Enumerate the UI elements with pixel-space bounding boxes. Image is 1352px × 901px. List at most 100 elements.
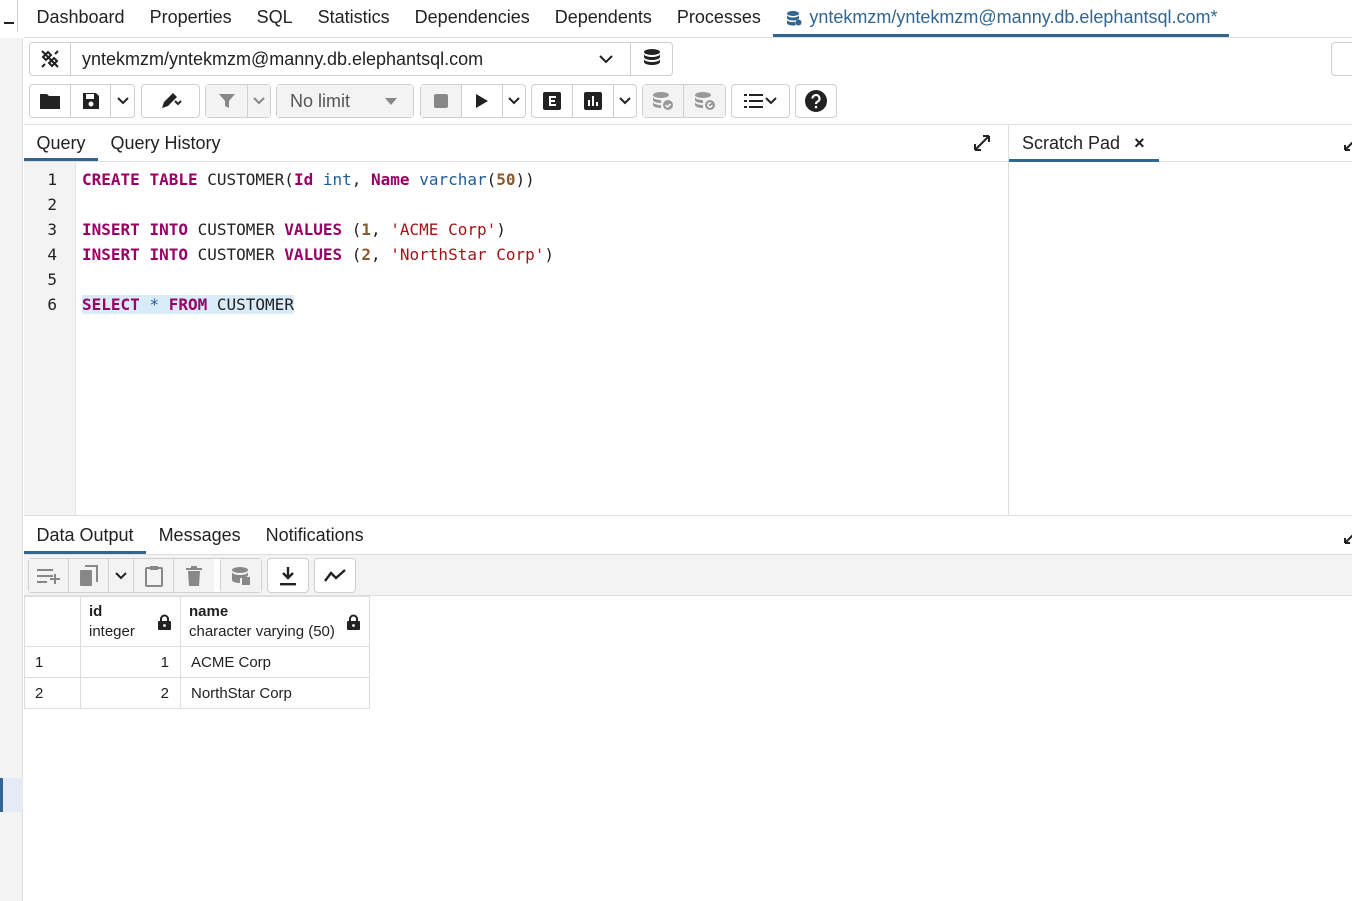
row-limit-select[interactable]: No limit	[276, 84, 414, 118]
help-button[interactable]	[796, 85, 836, 117]
chevron-down-icon	[116, 97, 129, 105]
minimize-button[interactable]	[0, 0, 18, 32]
save-data-button[interactable]	[221, 559, 261, 592]
macros-button[interactable]	[732, 85, 789, 117]
line-number: 4	[47, 245, 57, 264]
edit-toolbar-group	[141, 84, 200, 118]
trash-icon	[186, 565, 202, 586]
download-button[interactable]	[268, 559, 308, 592]
refresh-button[interactable]	[1331, 42, 1352, 76]
tab-notifications[interactable]: Notifications	[253, 516, 376, 554]
copy-icon	[79, 564, 98, 586]
commit-button[interactable]	[643, 85, 684, 117]
line-chart-icon	[324, 568, 346, 582]
code-line-1: CREATE TABLE CUSTOMER(Id int, Name varch…	[82, 170, 535, 189]
help-toolbar-group	[795, 84, 837, 118]
scratch-pad-editor[interactable]	[1008, 162, 1352, 515]
row-edit-group	[28, 558, 239, 593]
disconnected-plug-icon[interactable]	[30, 43, 71, 75]
tab-query-tool[interactable]: yntekmzm/yntekmzm@manny.db.elephantsql.c…	[773, 0, 1230, 37]
column-header-id[interactable]: id integer	[80, 596, 181, 647]
column-header-name[interactable]: name character varying (50)	[180, 596, 370, 647]
download-icon	[280, 566, 296, 585]
line-number: 6	[47, 295, 57, 314]
tab-statistics[interactable]: Statistics	[305, 0, 402, 37]
cell-id[interactable]: 2	[80, 677, 181, 709]
delete-button[interactable]	[174, 559, 214, 592]
tab-query-history[interactable]: Query History	[98, 125, 233, 161]
cell-name[interactable]: NorthStar Corp	[180, 677, 370, 709]
row-number[interactable]: 1	[24, 646, 81, 678]
scratch-pad-tabs: Scratch Pad ×	[1008, 124, 1352, 162]
explain-analyze-button[interactable]	[573, 85, 614, 117]
scratch-pad-label: Scratch Pad	[1022, 133, 1121, 153]
save-data-icon	[232, 566, 250, 585]
tab-dependents[interactable]: Dependents	[542, 0, 664, 37]
download-group	[267, 558, 309, 593]
execute-options-dropdown[interactable]	[503, 85, 525, 117]
database-stack-icon[interactable]	[631, 43, 672, 75]
cell-id[interactable]: 1	[80, 646, 181, 678]
line-number: 1	[47, 170, 57, 189]
add-row-icon	[36, 568, 60, 584]
tab-dependencies[interactable]: Dependencies	[402, 0, 542, 37]
result-grid[interactable]: id integer name character varying (50) 1…	[24, 596, 370, 709]
cell-name[interactable]: ACME Corp	[180, 646, 370, 678]
table-row[interactable]: 1 1 ACME Corp	[24, 646, 370, 678]
edit-button[interactable]	[142, 85, 199, 117]
graph-visualiser-button[interactable]	[315, 559, 355, 592]
connection-selector[interactable]: yntekmzm/yntekmzm@manny.db.elephantsql.c…	[29, 42, 673, 76]
tab-properties[interactable]: Properties	[137, 0, 244, 37]
paste-button[interactable]	[134, 559, 174, 592]
tab-query-tool-label: yntekmzm/yntekmzm@manny.db.elephantsql.c…	[809, 7, 1218, 27]
left-gutter-strip	[0, 38, 23, 901]
tab-scratch-pad[interactable]: Scratch Pad ×	[1009, 125, 1159, 162]
explain-button[interactable]	[532, 85, 573, 117]
tab-dashboard[interactable]: Dashboard	[24, 0, 137, 37]
output-panel-tabs: Data Output Messages Notifications	[24, 515, 1352, 555]
expand-icon[interactable]	[973, 134, 991, 152]
stop-button[interactable]	[421, 85, 462, 117]
line-number: 5	[47, 270, 57, 289]
tab-query[interactable]: Query	[24, 125, 99, 161]
copy-button[interactable]	[69, 559, 109, 592]
transaction-toolbar-group	[642, 84, 726, 118]
row-limit-value: No limit	[290, 90, 351, 111]
filter-button[interactable]	[206, 85, 248, 117]
collapse-icon[interactable]	[1344, 137, 1352, 151]
help-icon	[805, 90, 827, 112]
save-data-group	[220, 558, 262, 593]
rollback-button[interactable]	[684, 85, 725, 117]
save-button[interactable]	[71, 85, 111, 117]
lock-icon	[158, 614, 171, 630]
save-options-dropdown[interactable]	[111, 85, 134, 117]
tab-data-output[interactable]: Data Output	[24, 516, 147, 554]
collapse-icon[interactable]	[1344, 530, 1352, 544]
copy-options-dropdown[interactable]	[109, 559, 134, 592]
open-file-button[interactable]	[30, 85, 71, 117]
folder-icon	[40, 94, 60, 109]
filter-icon	[218, 94, 235, 108]
chevron-down-icon[interactable]	[581, 43, 631, 75]
database-icon	[787, 11, 802, 26]
execute-button[interactable]	[462, 85, 503, 117]
close-icon[interactable]: ×	[1134, 133, 1145, 159]
code-line-6: SELECT * FROM CUSTOMER	[82, 295, 294, 314]
column-name: name	[189, 603, 229, 620]
column-type: character varying (50)	[189, 623, 335, 640]
chevron-down-icon	[619, 97, 631, 105]
filter-options-dropdown[interactable]	[248, 85, 270, 117]
table-row[interactable]: 2 2 NorthStar Corp	[24, 677, 370, 709]
sql-editor[interactable]: 1 2 3 4 5 6 CREATE TABLE CUSTOMER(Id int…	[24, 162, 1008, 515]
tab-sql[interactable]: SQL	[244, 0, 305, 37]
rollback-icon	[694, 92, 715, 110]
line-number: 3	[47, 220, 57, 239]
add-row-button[interactable]	[29, 559, 69, 592]
tab-messages[interactable]: Messages	[146, 516, 253, 554]
save-icon	[82, 93, 99, 109]
top-tab-bar: Dashboard Properties SQL Statistics Depe…	[24, 0, 1352, 38]
explain-options-dropdown[interactable]	[614, 85, 636, 117]
row-number[interactable]: 2	[24, 677, 81, 709]
tab-processes[interactable]: Processes	[664, 0, 773, 37]
lock-icon	[347, 614, 360, 630]
